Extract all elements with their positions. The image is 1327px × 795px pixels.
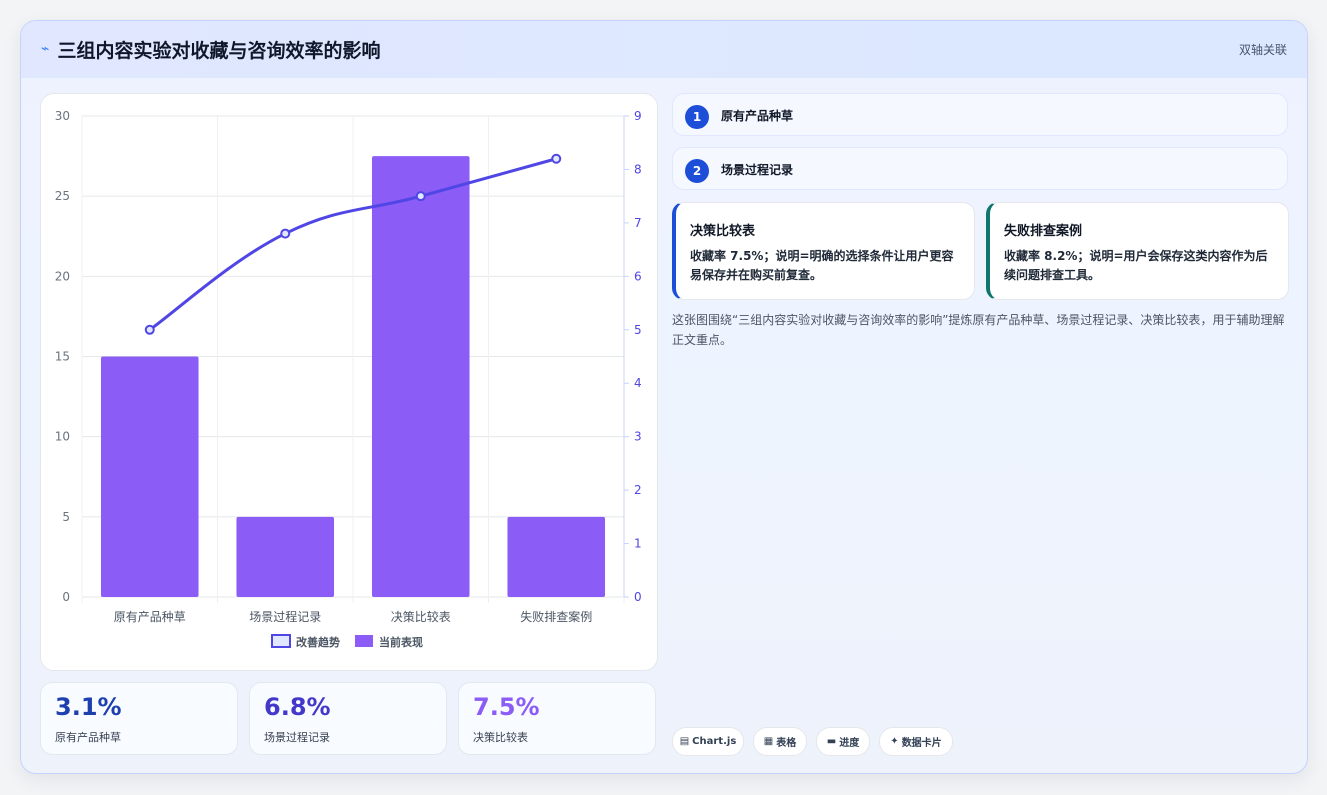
trend-point bbox=[144, 324, 155, 335]
y-right-tick-label: 6 bbox=[634, 269, 642, 283]
y-right-tick-label: 3 bbox=[634, 430, 642, 444]
progress-icon: ▬ bbox=[826, 736, 837, 747]
chip-label: Chart.js bbox=[692, 736, 737, 747]
x-tick-label: 原有产品种草 bbox=[114, 610, 186, 624]
chip-progress[interactable]: ▬ 进度 bbox=[816, 727, 870, 756]
step-label: 场景过程记录 bbox=[721, 163, 794, 177]
insight-card: 决策比较表 收藏率 7.5%；说明=明确的选择条件让用户更容易保存并在购买前复查… bbox=[672, 202, 975, 300]
trend-point bbox=[551, 153, 562, 164]
bar bbox=[100, 356, 199, 597]
y-left-tick-label: 5 bbox=[62, 510, 70, 524]
header: ⌁ 三组内容实验对收藏与咨询效率的影响 双轴关联 bbox=[21, 21, 1307, 78]
y-right-tick-label: 4 bbox=[634, 376, 642, 390]
kpi-label: 原有产品种草 bbox=[55, 731, 121, 744]
legend-label: 改善趋势 bbox=[296, 635, 340, 649]
x-tick-label: 决策比较表 bbox=[391, 609, 451, 624]
step-label: 原有产品种草 bbox=[721, 109, 794, 123]
combo-chart: 0 5 10 15 20 25 30 0 1 2 3 4 5 6 7 8 9 原有产品种草 场景过程记录 决策比较表 失… bbox=[55, 109, 642, 649]
bar bbox=[507, 516, 606, 597]
chip-data-card[interactable]: ✦ 数据卡片 bbox=[879, 727, 953, 756]
y-left-tick-label: 0 bbox=[62, 590, 70, 604]
chip-label: 表格 bbox=[776, 738, 797, 749]
insight-card: 失败排查案例 收藏率 8.2%；说明=用户会保存这类内容作为后续问题排查工具。 bbox=[986, 202, 1289, 300]
kpi-card: 6.8% 场景过程记录 bbox=[249, 682, 447, 755]
step-number: 1 bbox=[685, 105, 709, 129]
insight-title: 决策比较表 bbox=[690, 224, 756, 239]
y-right-tick-label: 9 bbox=[634, 109, 642, 123]
kpi-value: 3.1% bbox=[55, 693, 122, 721]
insight-title: 失败排查案例 bbox=[1004, 224, 1083, 239]
step-item: 2 场景过程记录 bbox=[672, 147, 1288, 190]
kpi-value: 6.8% bbox=[264, 693, 331, 721]
y-left-tick-label: 10 bbox=[55, 430, 70, 444]
y-right-tick-label: 8 bbox=[634, 162, 642, 176]
y-right-tick-label: 1 bbox=[634, 537, 642, 551]
legend-swatch-bar bbox=[355, 635, 373, 647]
sparkle-icon: ✦ bbox=[890, 736, 899, 747]
chart-icon: ▤ bbox=[679, 736, 690, 747]
kpi-card: 3.1% 原有产品种草 bbox=[40, 682, 238, 755]
kpi-value: 7.5% bbox=[473, 693, 540, 721]
trend-point bbox=[415, 191, 426, 202]
insight-body: 收藏率 7.5%；说明=明确的选择条件让用户更容易保存并在购买前复查。 bbox=[690, 249, 954, 282]
chip-table[interactable]: ▦ 表格 bbox=[753, 727, 807, 756]
bar bbox=[236, 516, 335, 597]
kpi-label: 决策比较表 bbox=[473, 731, 528, 744]
chip-label: 数据卡片 bbox=[901, 738, 942, 749]
y-left-tick-label: 15 bbox=[55, 350, 70, 364]
y-left-tick-label: 20 bbox=[55, 269, 70, 283]
page-title: 三组内容实验对收藏与咨询效率的影响 bbox=[57, 39, 381, 62]
step-item: 1 原有产品种草 bbox=[672, 93, 1288, 136]
chip-chartjs[interactable]: ▤ Chart.js bbox=[672, 727, 744, 756]
chart-description: 这张图围绕“三组内容实验对收藏与咨询效率的影响”提炼原有产品种草、场景过程记录、… bbox=[672, 313, 1285, 347]
x-tick-label: 失败排查案例 bbox=[520, 609, 592, 624]
sparkline-icon: ⌁ bbox=[41, 41, 50, 57]
chart-panel: 0 5 10 15 20 25 30 0 1 2 3 4 5 6 7 8 9 原有产品种草 场景过程记录 决策比较表 失… bbox=[40, 93, 658, 671]
kpi-label: 场景过程记录 bbox=[264, 731, 330, 744]
chip-label: 进度 bbox=[839, 738, 860, 749]
bar bbox=[371, 156, 470, 598]
step-number: 2 bbox=[685, 159, 709, 183]
y-left-tick-label: 30 bbox=[55, 109, 70, 123]
y-right-tick-label: 5 bbox=[634, 323, 642, 337]
trend-point bbox=[280, 228, 291, 239]
table-icon: ▦ bbox=[763, 736, 774, 747]
legend-swatch-line bbox=[271, 634, 291, 648]
kpi-card: 7.5% 决策比较表 bbox=[458, 682, 656, 755]
y-right-tick-label: 0 bbox=[634, 590, 642, 604]
y-left-tick-label: 25 bbox=[55, 189, 70, 203]
dual-axis-badge: 双轴关联 bbox=[1238, 42, 1287, 57]
y-right-tick-label: 2 bbox=[634, 483, 642, 497]
legend-label: 当前表现 bbox=[379, 635, 423, 649]
x-tick-label: 场景过程记录 bbox=[249, 609, 321, 624]
dashboard-card: ⌁ 三组内容实验对收藏与咨询效率的影响 双轴关联 0 5 10 15 20 25 30 0 1 2… bbox=[20, 20, 1308, 774]
insight-body: 收藏率 8.2%；说明=用户会保存这类内容作为后续问题排查工具。 bbox=[1004, 249, 1268, 282]
y-right-tick-label: 7 bbox=[634, 216, 642, 230]
